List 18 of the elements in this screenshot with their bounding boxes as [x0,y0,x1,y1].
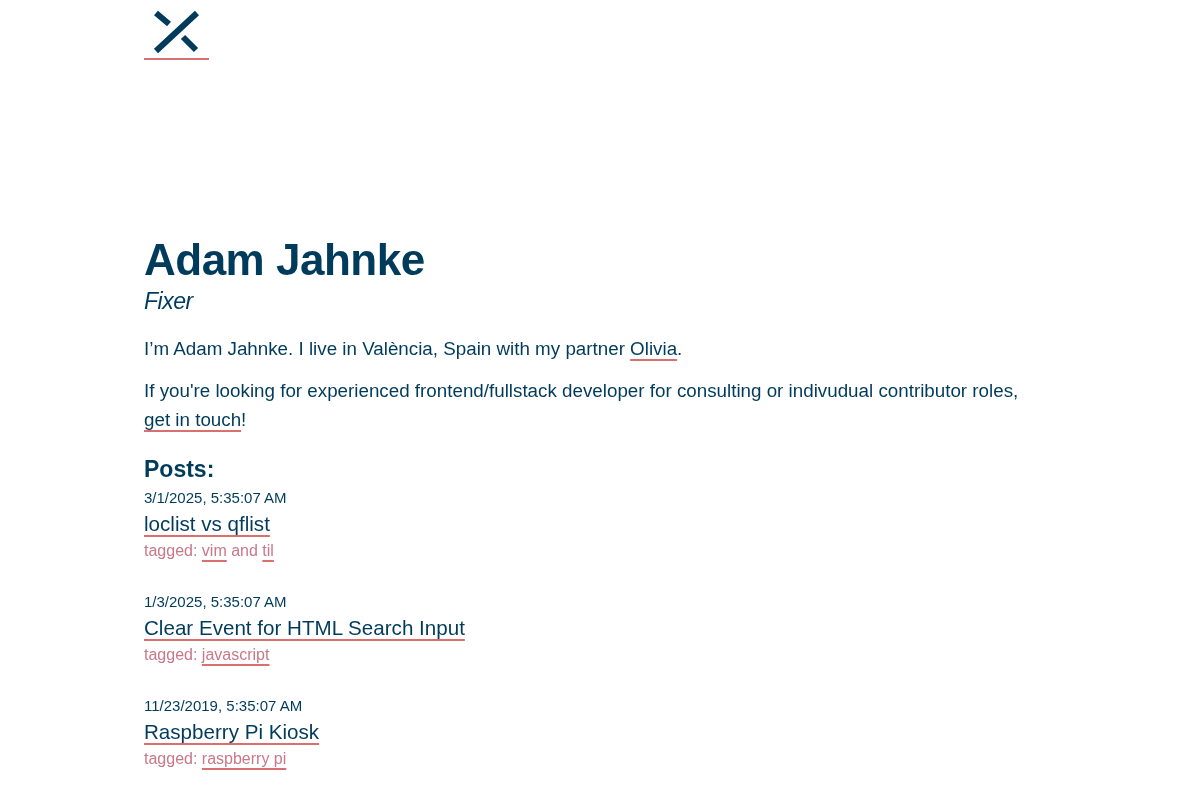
post-tags: tagged: raspberry pi [144,748,1060,770]
text-link[interactable]: get in touch [144,409,242,430]
profile-name: Adam Jahnke [144,234,426,286]
post-tags: tagged: javascript [144,644,1060,666]
x-mark-icon [153,10,199,54]
post-title-link[interactable]: Clear Event for HTML Search Input [144,612,465,644]
home-link[interactable] [144,8,209,60]
bio-paragraph: If you're looking for experienced frontend/fullstack developer for consulting or indivudual contributor roles, get in touch! [144,379,1020,432]
post-date: 3/1/2025, 5:35:07 AM [144,488,288,508]
post-title-link[interactable]: Raspberry Pi Kiosk [144,716,320,748]
text-link[interactable]: Olivia [630,338,678,359]
profile-role: Fixer [144,288,195,314]
post-tags: tagged: vim and til [144,540,1060,562]
posts-heading: Posts: [144,455,216,484]
post-date: 11/23/2019, 5:35:07 AM [144,696,304,716]
bio-paragraph: I’m Adam Jahnke. I live in València, Spain with my partner Olivia. [144,337,684,361]
post-title-link[interactable]: loclist vs qflist [144,508,270,540]
post-date: 1/3/2025, 5:35:07 AM [144,592,288,612]
